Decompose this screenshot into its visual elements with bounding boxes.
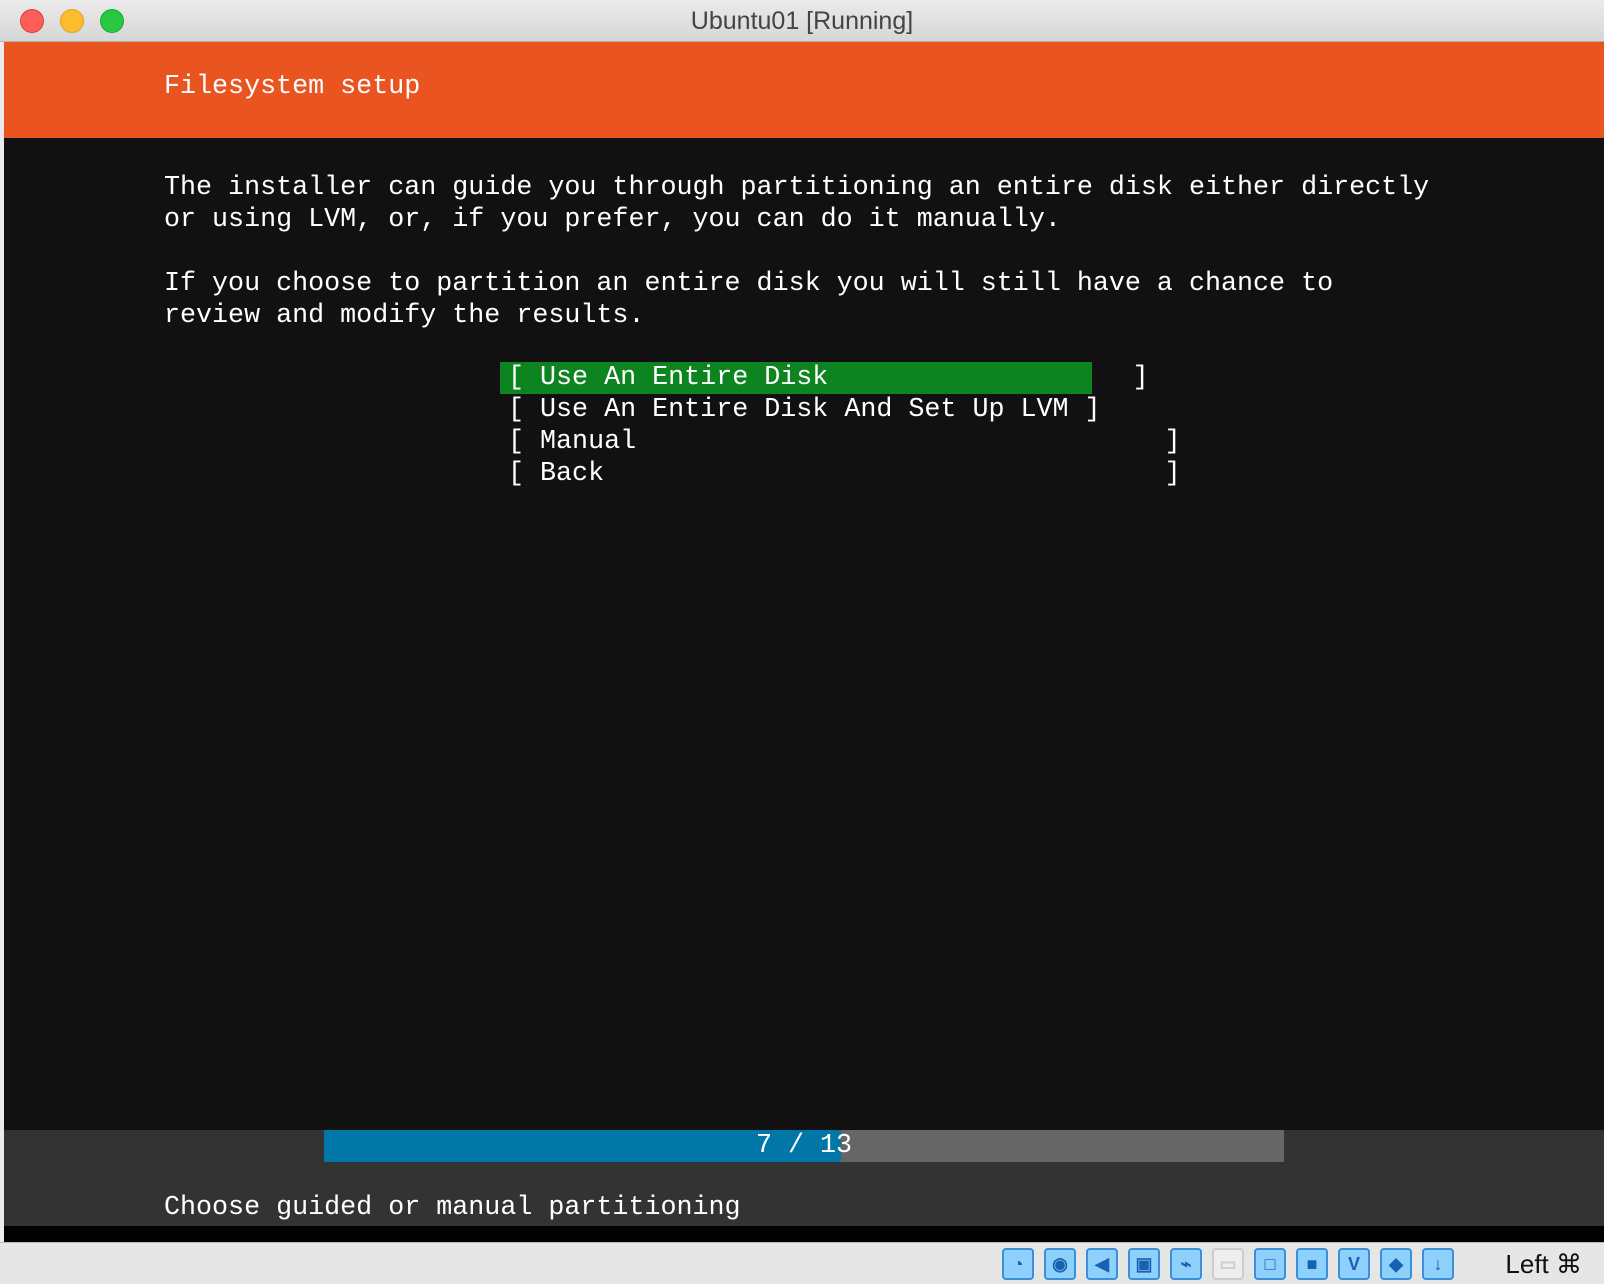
- description-line: review and modify the results.: [164, 301, 645, 331]
- footer-hint: Choose guided or manual partitioning: [164, 1193, 741, 1223]
- page-title: Filesystem setup: [164, 72, 421, 102]
- window-titlebar: Ubuntu01 [Running]: [0, 0, 1604, 42]
- menu-item-manual[interactable]: [ Manual ]: [500, 426, 1181, 458]
- window-title: Ubuntu01 [Running]: [690, 7, 914, 35]
- display-icon[interactable]: □: [1254, 1248, 1286, 1280]
- shared-folder-icon[interactable]: ▭: [1212, 1248, 1244, 1280]
- description-line: If you choose to partition an entire dis…: [164, 269, 1334, 299]
- usb-icon[interactable]: ⌁: [1170, 1248, 1202, 1280]
- description-line: The installer can guide you through part…: [164, 173, 1430, 203]
- menu-item-use-entire-disk-lvm[interactable]: [ Use An Entire Disk And Set Up LVM ]: [500, 394, 1101, 426]
- keyboard-capture-icon[interactable]: ↓: [1422, 1248, 1454, 1280]
- mouse-integration-icon[interactable]: ◆: [1380, 1248, 1412, 1280]
- installer-header: Filesystem setup: [4, 42, 1604, 138]
- video-capture-icon[interactable]: ■: [1296, 1248, 1328, 1280]
- menu-item-use-entire-disk[interactable]: [ Use An Entire Disk ]: [500, 362, 1149, 394]
- zoom-button[interactable]: [100, 9, 124, 33]
- cpu-vt-icon[interactable]: V: [1338, 1248, 1370, 1280]
- audio-icon[interactable]: ◀: [1086, 1248, 1118, 1280]
- close-button[interactable]: [20, 9, 44, 33]
- vm-screen[interactable]: Filesystem setup The installer can guide…: [4, 42, 1604, 1242]
- host-key-label: Left ⌘: [1505, 1249, 1582, 1279]
- screen-border: [4, 1226, 1604, 1242]
- progress-text: 7 / 13: [755, 1131, 853, 1161]
- optical-drive-icon[interactable]: ◉: [1044, 1248, 1076, 1280]
- minimize-button[interactable]: [60, 9, 84, 33]
- vm-status-bar: ◔ ◉ ◀ ▣ ⌁ ▭ □ ■ V ◆ ↓ Left ⌘: [0, 1242, 1604, 1284]
- footer-band: 7 / 13 Choose guided or manual partition…: [4, 1130, 1604, 1226]
- hard-disk-icon[interactable]: ◔: [1002, 1248, 1034, 1280]
- network-icon[interactable]: ▣: [1128, 1248, 1160, 1280]
- menu-item-back[interactable]: [ Back ]: [500, 458, 1181, 490]
- progress-bar: 7 / 13: [324, 1130, 1284, 1162]
- description-line: or using LVM, or, if you prefer, you can…: [164, 205, 1061, 235]
